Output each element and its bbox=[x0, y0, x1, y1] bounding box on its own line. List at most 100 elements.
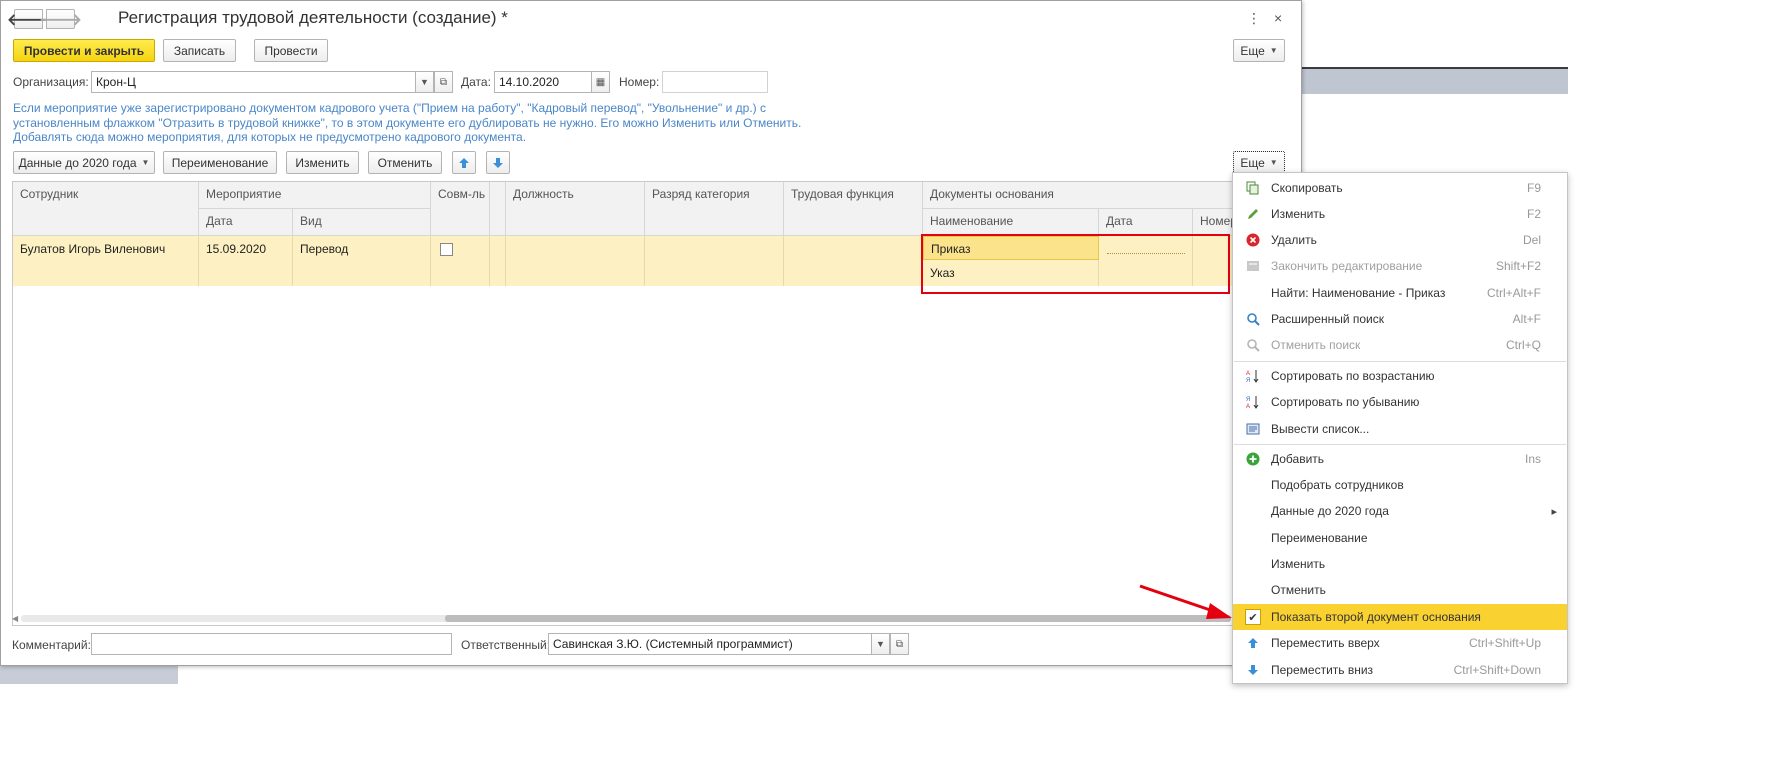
menu-item-label: Данные до 2020 года bbox=[1271, 504, 1389, 518]
menu-item-label: Скопировать bbox=[1271, 181, 1343, 195]
menu-item-add[interactable]: Добавить Ins bbox=[1233, 446, 1567, 472]
chevron-down-icon: ▼ bbox=[1269, 158, 1278, 167]
scrollbar-thumb[interactable] bbox=[445, 615, 1231, 622]
chevron-down-icon: ▼ bbox=[420, 77, 429, 87]
menu-item-label: Изменить bbox=[1271, 207, 1326, 221]
menu-item-select-employees[interactable]: Подобрать сотрудников bbox=[1233, 472, 1567, 498]
events-table: Сотрудник Мероприятие Дата Вид Совм-ль Д… bbox=[12, 181, 1302, 626]
menu-item-copy[interactable]: Скопировать F9 bbox=[1233, 175, 1567, 201]
column-header-spacer bbox=[490, 182, 506, 236]
column-header-rank[interactable]: Разряд категория bbox=[645, 182, 784, 236]
date-field[interactable]: 14.10.2020 bbox=[494, 71, 592, 93]
menu-item-label: Переименование bbox=[1271, 531, 1368, 545]
sort-desc-icon: ЯА bbox=[1245, 394, 1261, 410]
column-header-employee[interactable]: Сотрудник bbox=[13, 182, 199, 236]
open-responsible-button[interactable]: ⧉ bbox=[890, 633, 909, 655]
menu-item-end-editing[interactable]: Закончить редактирование Shift+F2 bbox=[1233, 253, 1567, 279]
menu-item-sort-asc[interactable]: АЯ Сортировать по возрастанию bbox=[1233, 363, 1567, 389]
responsible-label: Ответственный: bbox=[461, 638, 551, 652]
save-button[interactable]: Записать bbox=[163, 39, 236, 62]
pencil-icon bbox=[1245, 206, 1261, 222]
menu-item-cancel[interactable]: Отменить bbox=[1233, 577, 1567, 603]
cell-position[interactable] bbox=[506, 236, 645, 286]
menu-item-rename[interactable]: Переименование bbox=[1233, 525, 1567, 551]
menu-item-find[interactable]: Найти: Наименование - Приказ Ctrl+Alt+F bbox=[1233, 280, 1567, 306]
menu-item-edit[interactable]: Изменить F2 bbox=[1233, 201, 1567, 227]
cell-combined bbox=[431, 236, 490, 286]
number-field[interactable] bbox=[662, 71, 768, 93]
open-organization-button[interactable]: ⧉ bbox=[434, 71, 453, 93]
cell-doc2-name[interactable]: Указ bbox=[923, 260, 1099, 286]
cell-labor-function[interactable] bbox=[784, 236, 923, 286]
column-header-event-kind[interactable]: Вид bbox=[293, 209, 431, 236]
horizontal-scrollbar[interactable] bbox=[21, 615, 1231, 622]
cancel-event-button[interactable]: Отменить bbox=[368, 151, 442, 174]
menu-item-label: Вывести список... bbox=[1271, 422, 1370, 436]
close-icon[interactable]: × bbox=[1274, 10, 1282, 26]
menu-item-sort-desc[interactable]: ЯА Сортировать по убыванию bbox=[1233, 389, 1567, 415]
arrow-up-icon bbox=[459, 157, 469, 168]
column-header-doc-name[interactable]: Наименование bbox=[923, 209, 1099, 236]
comment-label: Комментарий: bbox=[12, 638, 91, 652]
calendar-button[interactable]: ▦ bbox=[591, 71, 610, 93]
submenu-arrow-icon: ▸ bbox=[1551, 505, 1557, 518]
menu-item-move-up[interactable]: Переместить вверх Ctrl+Shift+Up bbox=[1233, 630, 1567, 656]
menu-item-label: Подобрать сотрудников bbox=[1271, 478, 1404, 492]
info-message: Если мероприятие уже зарегистрировано до… bbox=[13, 101, 802, 144]
menu-item-delete[interactable]: Удалить Del bbox=[1233, 227, 1567, 253]
column-header-doc-date[interactable]: Дата bbox=[1099, 209, 1193, 236]
menu-item-label: Сортировать по возрастанию bbox=[1271, 369, 1435, 383]
post-button[interactable]: Провести bbox=[254, 39, 328, 62]
cell-spacer bbox=[490, 236, 506, 286]
menu-item-shortcut: Ctrl+Q bbox=[1505, 338, 1541, 352]
move-down-button[interactable] bbox=[486, 151, 510, 174]
menu-item-change[interactable]: Изменить bbox=[1233, 551, 1567, 577]
responsible-dropdown-button[interactable]: ▼ bbox=[871, 633, 890, 655]
column-header-position[interactable]: Должность bbox=[506, 182, 645, 236]
more-actions-icon[interactable]: ⋮ bbox=[1247, 10, 1261, 27]
cell-doc1-name[interactable]: Приказ bbox=[923, 236, 1099, 260]
cell-doc1-date[interactable] bbox=[1099, 236, 1193, 260]
data-before-2020-button[interactable]: Данные до 2020 года ▼ bbox=[13, 151, 155, 174]
menu-item-cancel-search[interactable]: Отменить поиск Ctrl+Q bbox=[1233, 332, 1567, 358]
change-button[interactable]: Изменить bbox=[286, 151, 359, 174]
cell-rank[interactable] bbox=[645, 236, 784, 286]
number-label: Номер: bbox=[619, 75, 660, 89]
scroll-left-icon[interactable]: ◀ bbox=[12, 614, 18, 623]
menu-item-advanced-search[interactable]: Расширенный поиск Alt+F bbox=[1233, 306, 1567, 332]
column-header-combined[interactable]: Совм-ль bbox=[431, 182, 490, 236]
menu-item-label: Отменить bbox=[1271, 583, 1326, 597]
rename-button[interactable]: Переименование bbox=[163, 151, 277, 174]
menu-item-move-down[interactable]: Переместить вниз Ctrl+Shift+Down bbox=[1233, 657, 1567, 683]
cell-event-kind[interactable]: Перевод bbox=[293, 236, 431, 286]
combined-checkbox[interactable] bbox=[440, 243, 453, 256]
forward-button[interactable]: 🡒 bbox=[39, 9, 82, 29]
menu-item-shortcut: Shift+F2 bbox=[1495, 259, 1541, 273]
menu-item-shortcut: Alt+F bbox=[1512, 312, 1541, 326]
cell-doc2-date[interactable] bbox=[1099, 260, 1193, 286]
table-more-button[interactable]: Еще ▼ bbox=[1233, 151, 1285, 174]
menu-item-label: Добавить bbox=[1271, 452, 1325, 466]
menu-item-data-before-2020[interactable]: Данные до 2020 года ▸ bbox=[1233, 498, 1567, 524]
add-icon bbox=[1245, 451, 1261, 467]
cell-employee[interactable]: Булатов Игорь Виленович bbox=[13, 236, 199, 286]
responsible-field[interactable]: Савинская З.Ю. (Системный программист) bbox=[548, 633, 872, 655]
background-window-band bbox=[1302, 69, 1568, 94]
dropdown-button[interactable]: ▼ bbox=[415, 71, 434, 93]
more-button-label: Еще bbox=[1240, 43, 1265, 58]
column-header-labor-function[interactable]: Трудовая функция bbox=[784, 182, 923, 236]
organization-field[interactable]: Крон-Ц bbox=[91, 71, 417, 93]
table-more-label: Еще bbox=[1240, 155, 1265, 170]
column-header-event-date[interactable]: Дата bbox=[199, 209, 293, 236]
cell-event-date[interactable]: 15.09.2020 bbox=[199, 236, 293, 286]
more-button[interactable]: Еще ▼ bbox=[1233, 39, 1285, 62]
comment-field[interactable] bbox=[91, 633, 452, 655]
post-and-close-button[interactable]: Провести и закрыть bbox=[13, 39, 155, 62]
menu-item-print-list[interactable]: Вывести список... bbox=[1233, 416, 1567, 442]
menu-item-show-second-doc[interactable]: ✔ Показать второй документ основания bbox=[1233, 604, 1567, 630]
menu-item-shortcut: Ctrl+Alt+F bbox=[1486, 286, 1541, 300]
arrow-down-icon bbox=[493, 157, 503, 168]
column-header-event[interactable]: Мероприятие bbox=[199, 182, 431, 209]
menu-item-label: Сортировать по убыванию bbox=[1271, 395, 1420, 409]
move-up-button[interactable] bbox=[452, 151, 476, 174]
